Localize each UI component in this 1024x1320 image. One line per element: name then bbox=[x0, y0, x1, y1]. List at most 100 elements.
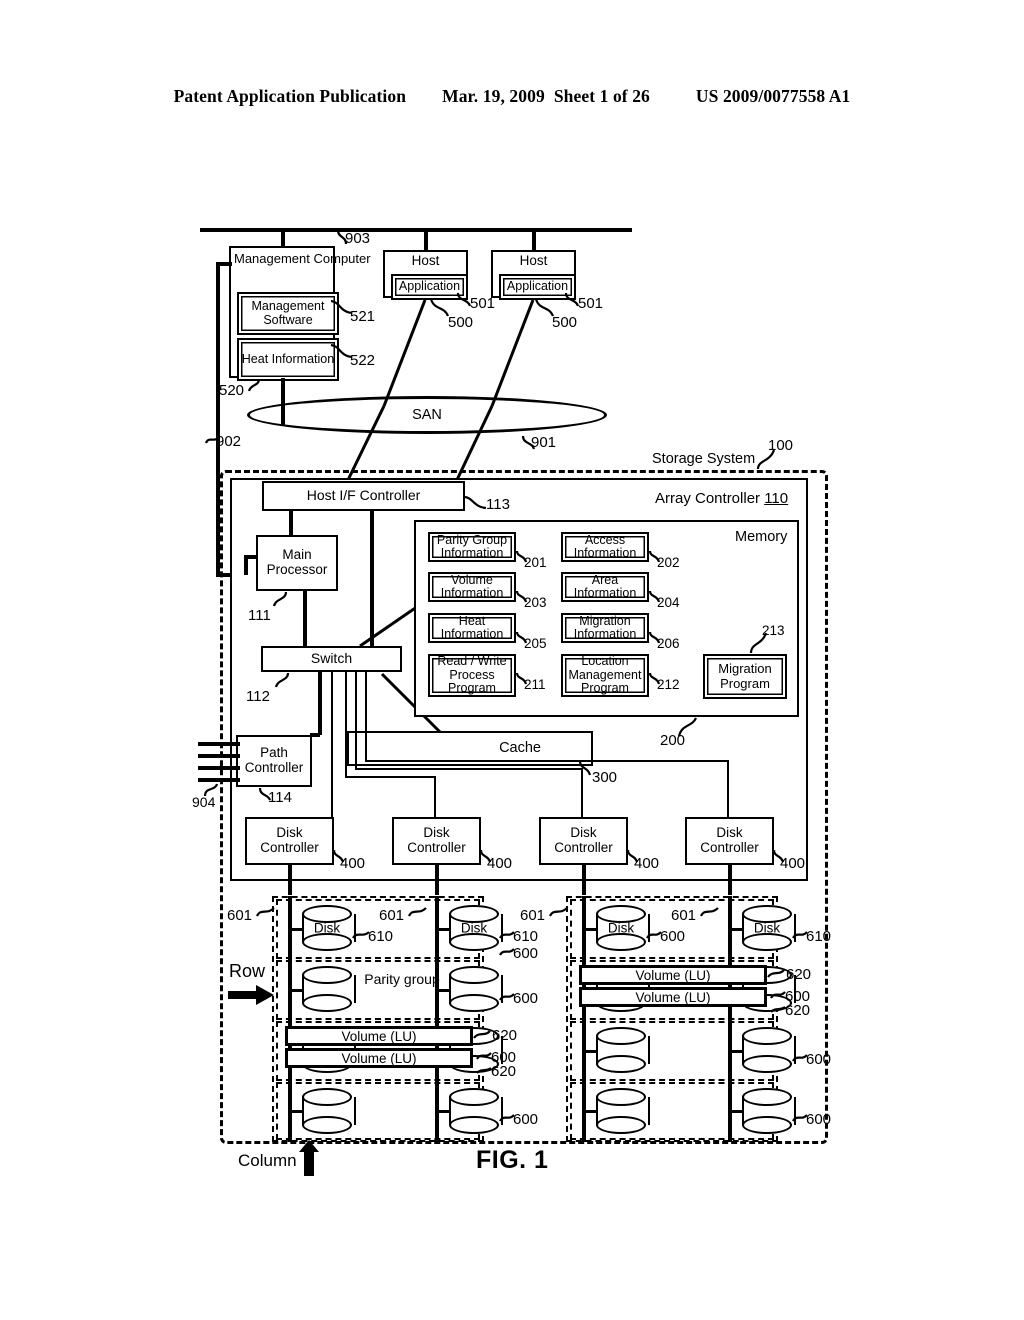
disk-stub-2-4 bbox=[435, 1110, 449, 1113]
path-net-line-4 bbox=[198, 778, 240, 782]
disk-stub-1-1 bbox=[288, 928, 302, 931]
ref-620a-leader bbox=[473, 1030, 491, 1039]
figure-caption: FIG. 1 bbox=[476, 1146, 549, 1174]
disk-stub-3-4 bbox=[582, 1110, 596, 1113]
main-processor-box: Main Processor bbox=[256, 535, 338, 591]
ref-620-vol-left-2: 620 bbox=[491, 1063, 517, 1080]
disk-2-1: Disk bbox=[449, 905, 503, 951]
disk-stub-4-4 bbox=[728, 1110, 742, 1113]
heat-information-box: Heat Information bbox=[237, 338, 339, 381]
ref-600-row2: 600 bbox=[513, 990, 539, 1007]
ref-111: 111 bbox=[248, 607, 271, 624]
disk-2-1-label: Disk bbox=[460, 920, 488, 936]
disk-1-4 bbox=[302, 1088, 356, 1134]
bus-drop-mgmt bbox=[281, 228, 285, 246]
ref-601-col2: 601 bbox=[379, 907, 405, 924]
disk-3-3 bbox=[596, 1027, 650, 1073]
bus-dc2-v2 bbox=[434, 776, 436, 817]
ref-400-dc1: 400 bbox=[340, 855, 366, 872]
dc4-drop bbox=[728, 865, 732, 895]
array-controller-text: Array Controller bbox=[655, 490, 761, 507]
disk-controller-3: Disk Controller bbox=[539, 817, 628, 865]
bus-to-dc1 bbox=[331, 672, 333, 817]
ref-601a-leader bbox=[256, 907, 275, 917]
bus-dc2-v1 bbox=[345, 672, 347, 776]
san-host-links bbox=[345, 299, 535, 483]
bus-drop-host2 bbox=[532, 228, 536, 250]
ref-902: 902 bbox=[216, 433, 242, 450]
ref-904: 904 bbox=[192, 794, 216, 810]
bus-dc3-v1 bbox=[355, 672, 357, 768]
ref-400-dc2: 400 bbox=[487, 855, 513, 872]
ref-601c-leader bbox=[549, 907, 568, 917]
volume-lu-left-1: Volume (LU) bbox=[285, 1026, 473, 1046]
memory-item-area-information: Area Information bbox=[561, 572, 649, 602]
ref-601-col1: 601 bbox=[227, 907, 253, 924]
ref-201: 201 bbox=[524, 555, 547, 570]
disk-1-1-label: Disk bbox=[313, 920, 341, 936]
ref-600-row1: 600 bbox=[513, 945, 539, 962]
dc1-drop bbox=[288, 865, 292, 895]
memory-label: Memory bbox=[735, 529, 788, 545]
disk-3-1-label: Disk bbox=[607, 920, 635, 936]
disk-4-4 bbox=[742, 1088, 796, 1134]
volume-lu-right-1: Volume (LU) bbox=[579, 965, 767, 985]
ref-610-disk41: 610 bbox=[806, 928, 832, 945]
ref-203: 203 bbox=[524, 595, 547, 610]
ref-610-disk21: 610 bbox=[513, 928, 539, 945]
memory-item-location-management-program: Location Management Program bbox=[561, 654, 649, 697]
ref-520-leader bbox=[247, 378, 261, 392]
ref-211: 211 bbox=[524, 677, 546, 692]
disk-2-2 bbox=[449, 966, 503, 1012]
disk-3-4 bbox=[596, 1088, 650, 1134]
column-bus-2 bbox=[435, 896, 439, 1142]
memory-item-migration-information: Migration Information bbox=[561, 613, 649, 643]
ref-601-col4: 601 bbox=[671, 907, 697, 924]
column-arrow-icon bbox=[299, 1140, 319, 1176]
column-bus-1 bbox=[288, 896, 292, 1142]
memory-item-parity-group-information: Parity Group Information bbox=[428, 532, 516, 562]
ref-600-row7: 600 bbox=[806, 1051, 832, 1068]
disk-stub-3-3 bbox=[582, 1050, 596, 1053]
ref-110: 110 bbox=[764, 490, 789, 507]
path-net-line-3 bbox=[198, 766, 240, 770]
path-controller-box: Path Controller bbox=[236, 735, 312, 787]
ref-205: 205 bbox=[524, 636, 547, 651]
disk-2-4 bbox=[449, 1088, 503, 1134]
hostif-to-processor-line bbox=[289, 511, 293, 535]
ref-111-leader bbox=[272, 591, 288, 607]
bus-dc4-v1 bbox=[365, 672, 367, 760]
column-bus-3 bbox=[582, 896, 586, 1142]
path-net-line-2 bbox=[198, 754, 240, 758]
ref-600d-leader bbox=[476, 1052, 492, 1060]
memory-item-heat-information: Heat Information bbox=[428, 613, 516, 643]
ref-206: 206 bbox=[657, 636, 680, 651]
ref-620b-leader bbox=[476, 1067, 492, 1074]
ref-620-vol-right-1: 620 bbox=[786, 966, 812, 983]
row-arrow-icon bbox=[228, 985, 274, 1005]
bus-dc4-v2 bbox=[727, 760, 729, 817]
management-bus-line bbox=[200, 228, 632, 232]
ref-112: 112 bbox=[246, 688, 270, 705]
ref-113: 113 bbox=[486, 496, 510, 513]
switch-to-path-h bbox=[310, 733, 320, 737]
ref-600-row4: 600 bbox=[513, 1111, 539, 1128]
ref-620-vol-left-1: 620 bbox=[492, 1027, 518, 1044]
dc3-drop bbox=[582, 865, 586, 895]
ref-600-disk31: 600 bbox=[660, 928, 686, 945]
bus-dc2-h bbox=[345, 776, 436, 778]
disk-stub-2-2 bbox=[435, 989, 449, 992]
processor-to-switch-line bbox=[303, 591, 307, 646]
management-computer-title: Management Computer bbox=[234, 251, 371, 266]
ref-601b-leader bbox=[408, 907, 427, 917]
disk-4-3 bbox=[742, 1027, 796, 1073]
host-1-box: Host Application bbox=[383, 250, 468, 300]
disk-stub-2-1 bbox=[435, 928, 449, 931]
host-2-box: Host Application bbox=[491, 250, 576, 300]
disk-1-2 bbox=[302, 966, 356, 1012]
column-bus-4 bbox=[728, 896, 732, 1142]
ref-610-disk11: 610 bbox=[368, 928, 394, 945]
array-controller-label: Array Controller 110 bbox=[655, 490, 789, 508]
ref-600-row8: 600 bbox=[806, 1111, 832, 1128]
row-label: Row bbox=[229, 961, 266, 981]
